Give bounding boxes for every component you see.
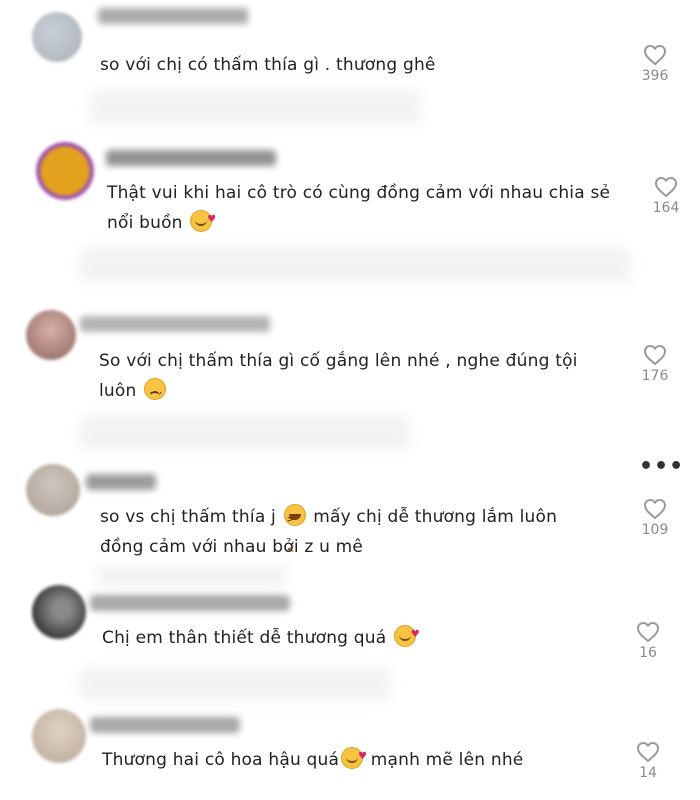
comment-item: so vs chị thấm thía j mấy chị dễ thương … — [0, 454, 700, 586]
username-blurred[interactable] — [98, 8, 248, 24]
avatar[interactable] — [32, 12, 82, 62]
username-blurred[interactable] — [86, 474, 156, 490]
more-options-button[interactable]: ••• — [639, 454, 684, 479]
like-button[interactable]: 16 — [618, 621, 678, 661]
reply-row-blurred — [90, 90, 420, 124]
like-count: 109 — [641, 522, 669, 538]
username-blurred[interactable] — [80, 316, 270, 332]
smiling-face-with-hearts-icon — [190, 205, 216, 235]
frowning-face-icon — [144, 378, 167, 408]
comment-item: Thật vui khi hai cô trò có cùng đồng cảm… — [0, 130, 700, 290]
heart-icon[interactable] — [636, 621, 660, 643]
comment-text: so với chị có thấm thía gì . thương ghê — [100, 55, 436, 75]
like-button[interactable]: 14 — [618, 741, 678, 781]
reply-row-blurred — [96, 566, 286, 586]
comment-text: Thật vui khi hai cô trò có cùng đồng cảm… — [107, 178, 627, 238]
laughing-face-icon — [283, 504, 306, 565]
username-blurred[interactable] — [90, 717, 240, 733]
heart-icon[interactable] — [636, 741, 660, 763]
comment-item: so với chị có thấm thía gì . thương ghê … — [0, 0, 700, 130]
like-count: 176 — [641, 368, 669, 384]
like-count: 14 — [639, 765, 657, 781]
heart-icon[interactable] — [643, 498, 667, 520]
comment-item: Chị em thân thiết dễ thương quá 16 — [0, 585, 700, 705]
smiling-face-with-hearts-icon — [393, 620, 420, 650]
like-button[interactable]: 109 — [625, 498, 685, 538]
comment-text: Thương hai cô hoa hậu quá mạnh mẽ lên nh… — [102, 742, 602, 775]
like-count: 396 — [641, 68, 669, 84]
comment-item: Thương hai cô hoa hậu quá mạnh mẽ lên nh… — [0, 705, 700, 800]
like-count: 164 — [652, 200, 680, 216]
avatar[interactable] — [26, 310, 76, 360]
heart-icon[interactable] — [643, 44, 667, 66]
reply-row-blurred — [80, 248, 630, 282]
comment-text: So với chị thấm thía gì cố gắng lên nhé … — [99, 346, 619, 408]
avatar[interactable] — [26, 464, 80, 516]
username-blurred[interactable] — [90, 595, 290, 611]
like-button[interactable]: 164 — [636, 176, 696, 216]
like-button[interactable]: 176 — [625, 344, 685, 384]
avatar[interactable] — [32, 709, 86, 763]
comment-item: So với chị thấm thía gì cố gắng lên nhé … — [0, 290, 700, 460]
smiling-face-with-hearts-icon — [341, 742, 367, 772]
username-blurred[interactable] — [106, 150, 276, 166]
like-button[interactable]: 396 — [625, 44, 685, 84]
comment-text: so vs chị thấm thía j mấy chị dễ thương … — [100, 502, 600, 565]
heart-icon[interactable] — [643, 344, 667, 366]
reply-row-blurred — [80, 667, 390, 701]
comment-text: Chị em thân thiết dễ thương quá — [102, 620, 602, 653]
avatar[interactable] — [36, 142, 94, 200]
avatar[interactable] — [32, 585, 86, 639]
reply-row-blurred — [80, 416, 410, 450]
heart-icon[interactable] — [654, 176, 678, 198]
like-count: 16 — [639, 645, 657, 661]
